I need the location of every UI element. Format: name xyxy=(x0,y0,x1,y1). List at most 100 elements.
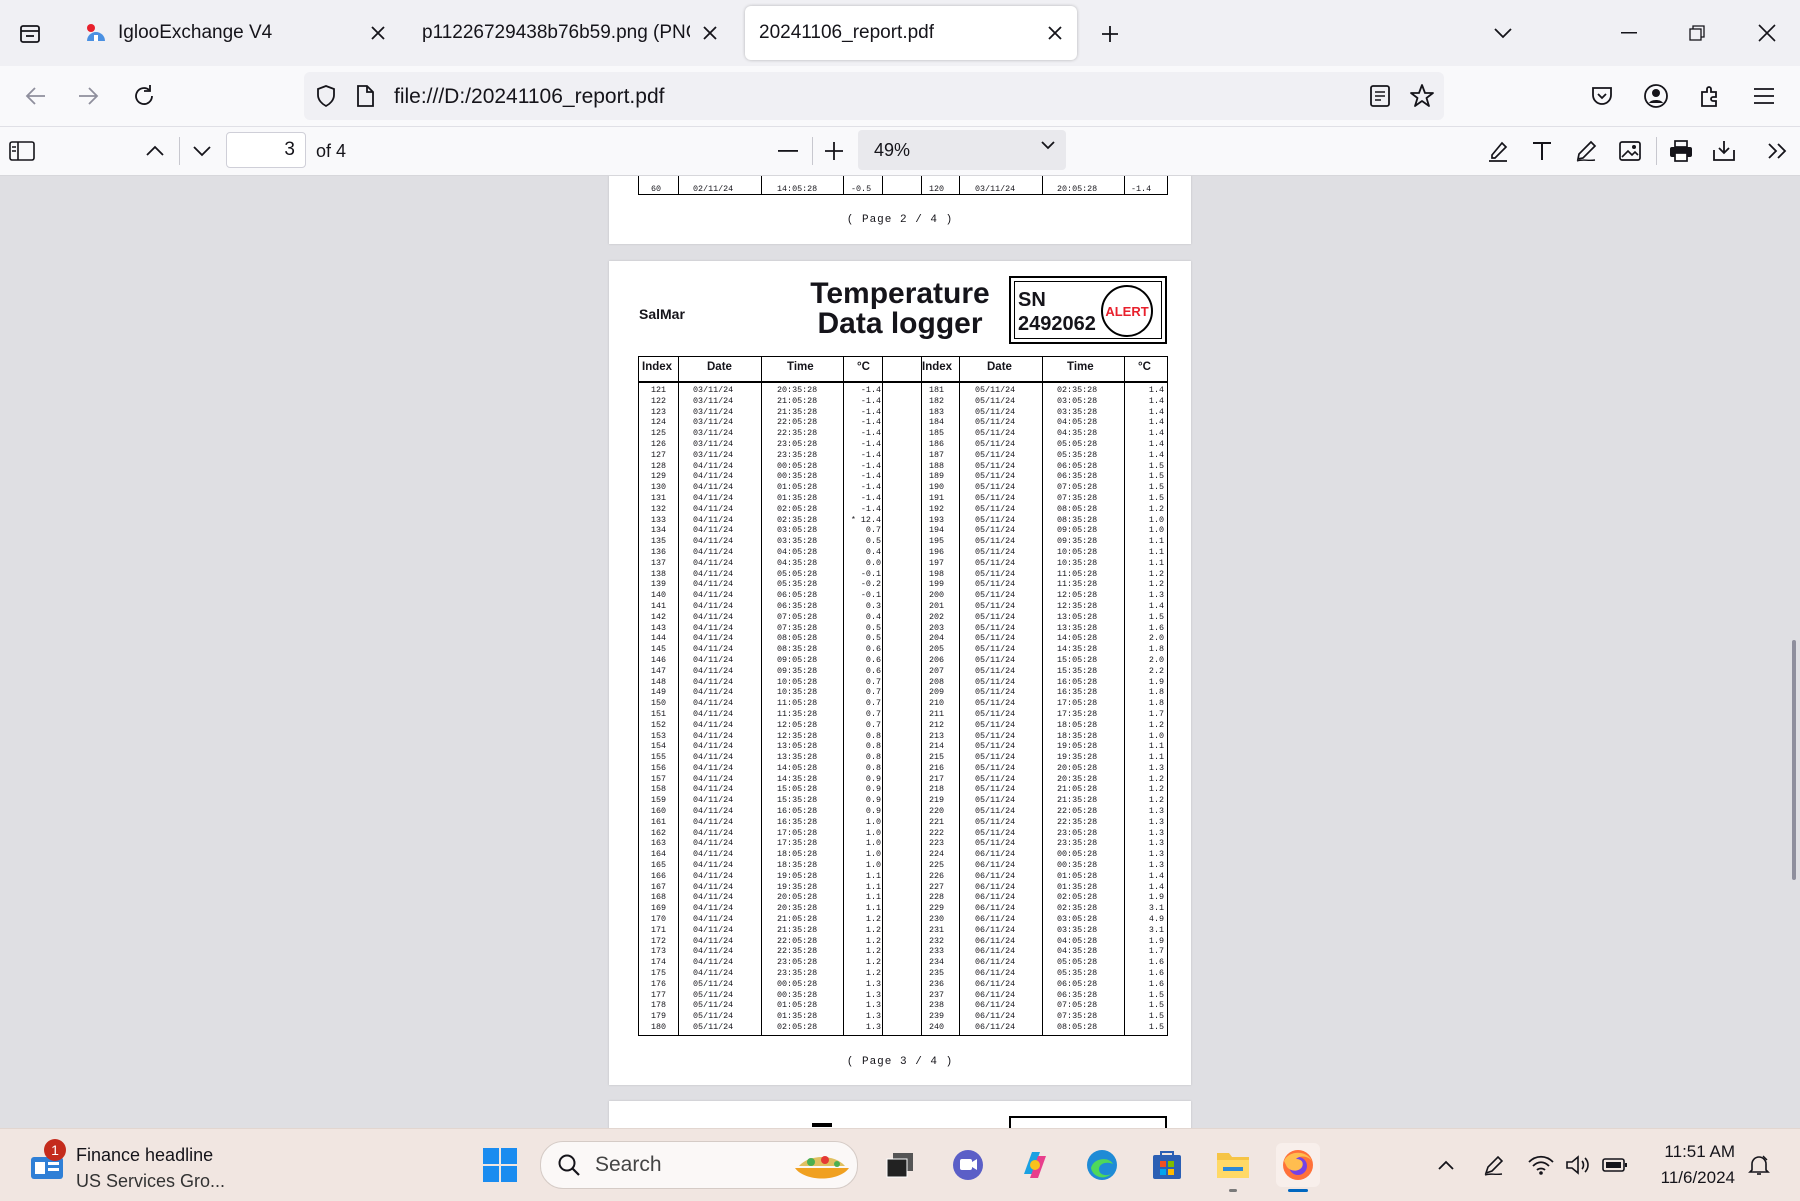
start-button[interactable] xyxy=(478,1143,522,1187)
close-tab-icon[interactable] xyxy=(364,19,392,47)
header-date: Date xyxy=(707,361,732,373)
table-divider xyxy=(1124,357,1125,1035)
bookmark-star-icon[interactable] xyxy=(1409,83,1435,109)
taskbar-search[interactable]: Search xyxy=(540,1141,858,1189)
tab-igloo[interactable]: IglooExchange V4 xyxy=(70,6,400,60)
chevron-up-icon xyxy=(146,145,164,156)
news-widget[interactable]: 1 Finance headline US Services Gro... xyxy=(30,1139,230,1191)
file-page-icon[interactable] xyxy=(354,84,376,108)
microsoft-store-app[interactable] xyxy=(1145,1143,1189,1187)
tools-overflow-button[interactable] xyxy=(1760,133,1796,169)
zoom-select[interactable]: 49% xyxy=(858,130,1066,170)
tab-report-pdf[interactable]: 20241106_report.pdf xyxy=(745,6,1077,60)
add-text-button[interactable] xyxy=(1524,133,1560,169)
table-divider xyxy=(843,176,844,194)
restore-button[interactable] xyxy=(1674,12,1720,54)
pen-menu-button[interactable] xyxy=(1480,1151,1508,1179)
wifi-status[interactable] xyxy=(1527,1151,1555,1179)
reload-icon xyxy=(135,85,153,105)
show-hidden-icons-button[interactable] xyxy=(1432,1151,1460,1179)
volume-status[interactable] xyxy=(1564,1151,1592,1179)
account-button[interactable] xyxy=(1636,76,1676,116)
shield-icon[interactable] xyxy=(314,84,338,108)
minus-icon xyxy=(778,150,798,152)
add-image-button[interactable] xyxy=(1612,133,1648,169)
pocket-button[interactable] xyxy=(1582,76,1622,116)
header-time: Time xyxy=(1067,361,1094,373)
print-button[interactable] xyxy=(1663,133,1699,169)
chevron-down-icon xyxy=(193,146,211,157)
previous-page-button[interactable] xyxy=(137,133,173,169)
reload-button[interactable] xyxy=(124,76,164,116)
tab-overflow-chevron-button[interactable] xyxy=(1480,12,1526,54)
highlight-button[interactable] xyxy=(1480,133,1516,169)
list-all-tabs-button[interactable] xyxy=(10,14,50,54)
page-number-input[interactable]: 3 xyxy=(226,132,306,168)
windows-taskbar: 1 Finance headline US Services Gro... Se… xyxy=(0,1128,1800,1201)
zoom-out-button[interactable] xyxy=(770,133,806,169)
report-title-line2: Data logger xyxy=(817,307,983,340)
tab-title: 20241106_report.pdf xyxy=(759,22,935,43)
tab-png[interactable]: p11226729438b76b59.png (PNG Im xyxy=(410,6,732,60)
date-cell: 03/11/24 xyxy=(975,184,1016,194)
close-window-button[interactable] xyxy=(1744,12,1790,54)
index-cell: 120 xyxy=(929,184,945,194)
draw-button[interactable] xyxy=(1568,133,1604,169)
serial-number-box xyxy=(1009,1116,1167,1128)
back-button[interactable] xyxy=(16,76,56,116)
zoom-value: 49% xyxy=(874,140,911,160)
file-explorer-app[interactable] xyxy=(1211,1143,1255,1192)
arrow-right-icon xyxy=(79,87,99,105)
close-tab-icon[interactable] xyxy=(696,19,724,47)
zoom-in-button[interactable] xyxy=(816,133,852,169)
minimize-button[interactable] xyxy=(1606,12,1652,54)
store-icon xyxy=(1153,1151,1181,1179)
battery-status[interactable] xyxy=(1601,1151,1629,1179)
firefox-app[interactable] xyxy=(1276,1143,1320,1192)
edge-browser-app[interactable] xyxy=(1080,1143,1124,1187)
temp-cell: -0.5 xyxy=(851,184,872,194)
new-tab-button[interactable] xyxy=(1090,14,1130,54)
extensions-button[interactable] xyxy=(1690,76,1730,116)
table-divider xyxy=(921,176,922,194)
pdf-viewer[interactable]: 60 02/11/24 14:05:28 -0.5 120 03/11/24 2… xyxy=(0,176,1800,1128)
speaker-icon xyxy=(1566,1155,1589,1175)
table-divider xyxy=(761,357,762,1035)
clock-time: 11:51 AM xyxy=(1664,1142,1735,1161)
alert-stamp: ALERT xyxy=(1101,285,1153,337)
chevron-down-icon xyxy=(1040,140,1056,150)
toolbar-separator xyxy=(812,137,813,165)
notifications-button[interactable] xyxy=(1745,1151,1773,1179)
meet-chat-app[interactable] xyxy=(946,1143,990,1187)
report-title-fragment xyxy=(812,1123,832,1127)
chevron-up-icon xyxy=(1438,1160,1454,1170)
system-clock[interactable]: 11:51 AM 11/6/2024 xyxy=(1645,1139,1735,1191)
pen-tray-icon xyxy=(1484,1155,1504,1176)
page-count-label: of 4 xyxy=(316,141,347,161)
report-title-line1: Temperature xyxy=(810,277,990,310)
address-bar[interactable]: file:///D:/20241106_report.pdf xyxy=(304,72,1444,120)
text-icon xyxy=(1533,142,1551,160)
sn-value: 2492062 xyxy=(1018,313,1096,335)
vertical-scrollbar[interactable] xyxy=(1792,640,1796,880)
app-menu-button[interactable] xyxy=(1744,76,1784,116)
header-index: Index xyxy=(642,361,673,373)
tab-title: p11226729438b76b59.png (PNG Im xyxy=(422,22,690,43)
save-download-button[interactable] xyxy=(1706,133,1742,169)
next-page-button[interactable] xyxy=(184,133,220,169)
reader-view-icon[interactable] xyxy=(1369,84,1391,108)
copilot-app[interactable] xyxy=(1013,1143,1057,1187)
copilot-icon xyxy=(1024,1152,1046,1178)
toggle-sidebar-button[interactable] xyxy=(4,133,40,169)
navigation-toolbar: file:///D:/20241106_report.pdf xyxy=(0,66,1800,127)
arrow-left-icon xyxy=(25,87,45,105)
windows-logo-icon xyxy=(483,1148,517,1182)
url-text[interactable]: file:///D:/20241106_report.pdf xyxy=(394,85,664,109)
table-divider xyxy=(761,176,762,194)
forward-button[interactable] xyxy=(68,76,108,116)
table-divider xyxy=(843,357,844,1035)
double-chevron-right-icon xyxy=(1768,143,1787,159)
close-tab-icon[interactable] xyxy=(1041,19,1069,47)
task-view-button[interactable] xyxy=(878,1143,922,1187)
time-column: 02:35:28 03:05:28 03:35:28 04:05:28 04:3… xyxy=(1057,385,1098,1033)
